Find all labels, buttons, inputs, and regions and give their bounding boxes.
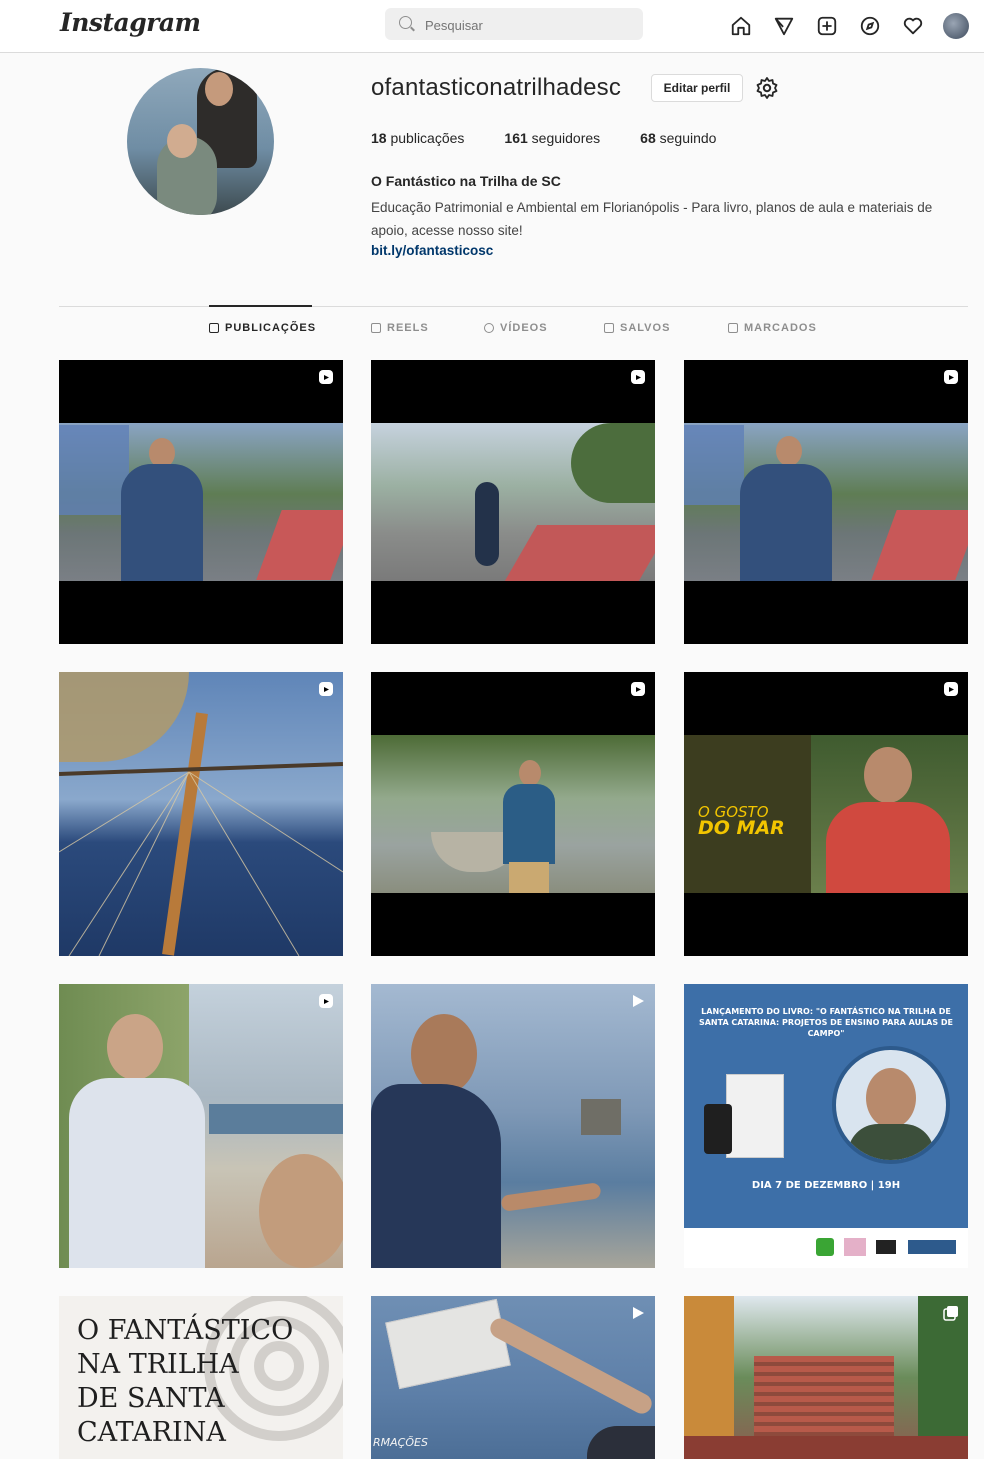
reel-badge-icon: [944, 682, 958, 696]
video-badge-icon: [633, 995, 644, 1007]
tabs-divider: [59, 306, 968, 307]
followers-stat[interactable]: 161 seguidores: [504, 130, 600, 146]
bookmark-icon: [604, 323, 614, 333]
tab-marcados[interactable]: MARCADOS: [728, 322, 817, 334]
post-tile-2[interactable]: [371, 360, 655, 644]
search-icon: [399, 16, 412, 29]
tile-10-title: O FANTÁSTICO NA TRILHA DE SANTA CATARINA: [77, 1315, 294, 1448]
tab-publicacoes[interactable]: PUBLICAÇÕES: [209, 322, 316, 334]
post-tile-8[interactable]: [371, 984, 655, 1268]
search-box[interactable]: [385, 8, 643, 40]
post-tile-11[interactable]: RMAÇÕES: [371, 1296, 655, 1459]
new-post-icon[interactable]: [813, 12, 841, 40]
explore-icon[interactable]: [856, 12, 884, 40]
top-nav: Instagram: [0, 0, 984, 53]
profile-bio: Educação Patrimonial e Ambiental em Flor…: [371, 200, 933, 238]
profile-avatar[interactable]: [942, 12, 970, 40]
edit-profile-button[interactable]: Editar perfil: [651, 74, 743, 102]
post-tile-10[interactable]: O FANTÁSTICO NA TRILHA DE SANTA CATARINA: [59, 1296, 343, 1459]
video-icon: [484, 323, 494, 333]
home-icon[interactable]: [727, 12, 755, 40]
profile-stats: 18 publicações 161 seguidores 68 seguind…: [371, 130, 756, 146]
post-tile-9[interactable]: LANÇAMENTO DO LIVRO: "O FANTÁSTICO NA TR…: [684, 984, 968, 1268]
posts-stat: 18 publicações: [371, 130, 465, 146]
tag-icon: [728, 323, 738, 333]
instagram-logo[interactable]: Instagram: [60, 8, 201, 37]
reel-badge-icon: [631, 370, 645, 384]
profile-link[interactable]: bit.ly/ofantasticosc: [371, 243, 493, 258]
post-tile-6[interactable]: O GOSTO DO MAR: [684, 672, 968, 956]
video-badge-icon: [633, 1307, 644, 1319]
poster-date: DIA 7 DE DEZEMBRO | 19H: [751, 1180, 901, 1191]
reel-badge-icon: [944, 370, 958, 384]
profile-tabs: PUBLICAÇÕES REELS VÍDEOS SALVOS MARCADOS: [0, 322, 984, 344]
post-tile-5[interactable]: [371, 672, 655, 956]
grid-icon: [209, 323, 219, 333]
post-tile-4[interactable]: [59, 672, 343, 956]
following-stat[interactable]: 68 seguindo: [640, 130, 716, 146]
gear-icon[interactable]: [755, 76, 779, 100]
profile-username: ofantasticonatrilhadesc: [371, 74, 622, 101]
tab-salvos[interactable]: SALVOS: [604, 322, 670, 334]
profile-full-name: O Fantástico na Trilha de SC: [371, 173, 561, 189]
tab-reels[interactable]: REELS: [371, 322, 429, 334]
carousel-badge-icon: [943, 1306, 958, 1321]
post-tile-3[interactable]: [684, 360, 968, 644]
post-tile-1[interactable]: [59, 360, 343, 644]
search-input[interactable]: [423, 14, 627, 36]
profile-picture[interactable]: [127, 68, 274, 215]
reel-badge-icon: [631, 682, 645, 696]
reel-badge-icon: [319, 994, 333, 1008]
direct-icon[interactable]: [770, 12, 798, 40]
tab-videos[interactable]: VÍDEOS: [484, 322, 548, 334]
tile-6-text: O GOSTO DO MAR: [698, 803, 785, 839]
tile-11-caption: RMAÇÕES: [373, 1436, 428, 1449]
reel-badge-icon: [319, 682, 333, 696]
post-tile-12[interactable]: [684, 1296, 968, 1459]
reels-icon: [371, 323, 381, 333]
post-tile-7[interactable]: [59, 984, 343, 1268]
reel-badge-icon: [319, 370, 333, 384]
activity-icon[interactable]: [899, 12, 927, 40]
active-tab-indicator: [209, 305, 312, 307]
poster-headline: LANÇAMENTO DO LIVRO: "O FANTÁSTICO NA TR…: [698, 1007, 954, 1038]
